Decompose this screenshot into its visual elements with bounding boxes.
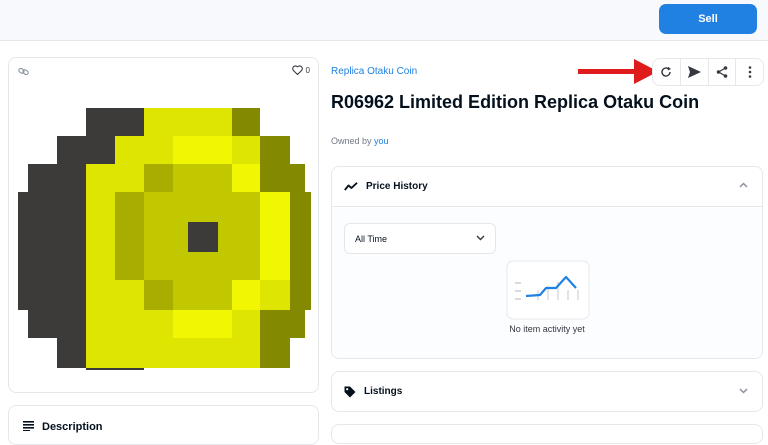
trending-icon — [344, 182, 358, 191]
chain-icon — [18, 67, 29, 76]
share-icon — [716, 66, 728, 78]
owner-prefix: Owned by — [331, 136, 372, 146]
more-vertical-icon — [748, 66, 751, 78]
time-range-select[interactable]: All Time — [344, 223, 496, 254]
item-image-card: 0 — [8, 57, 319, 393]
listings-label: Listings — [364, 386, 403, 397]
top-bar: Sell — [0, 0, 768, 41]
owner-line: Owned by you — [331, 136, 389, 146]
more-options-button[interactable] — [735, 59, 763, 85]
refresh-button[interactable] — [653, 59, 680, 85]
annotation-arrow — [578, 59, 658, 84]
heart-icon — [291, 65, 303, 75]
empty-chart-icon — [506, 260, 590, 320]
listings-panel[interactable]: Listings — [331, 371, 763, 412]
chevron-down-icon — [739, 388, 748, 394]
tag-icon — [344, 386, 356, 397]
offers-panel[interactable] — [331, 424, 763, 444]
price-history-body: All Time No item activity yet — [332, 208, 762, 358]
item-title: R06962 Limited Edition Replica Otaku Coi… — [331, 92, 700, 112]
transfer-button[interactable] — [679, 59, 708, 85]
empty-activity-text: No item activity yet — [509, 324, 585, 334]
price-history-label: Price History — [366, 181, 428, 192]
pixel-coin-image — [18, 106, 311, 370]
collection-link[interactable]: Replica Otaku Coin — [331, 66, 417, 77]
favorite-button[interactable]: 0 — [291, 65, 310, 75]
time-range-value: All Time — [355, 233, 388, 244]
chevron-down-icon — [476, 235, 485, 241]
owner-link[interactable]: you — [374, 136, 389, 146]
list-icon — [23, 421, 34, 431]
favorite-count: 0 — [305, 65, 310, 75]
share-button[interactable] — [707, 59, 736, 85]
item-actions — [652, 58, 764, 86]
send-icon — [687, 66, 701, 78]
chevron-up-icon — [739, 182, 748, 188]
price-history-panel: Price History All Time No item activity … — [331, 166, 763, 359]
refresh-icon — [661, 66, 672, 77]
price-history-header[interactable]: Price History — [332, 167, 762, 207]
description-panel[interactable]: Description — [8, 405, 319, 445]
sell-button[interactable]: Sell — [659, 4, 757, 34]
description-label: Description — [42, 421, 103, 433]
